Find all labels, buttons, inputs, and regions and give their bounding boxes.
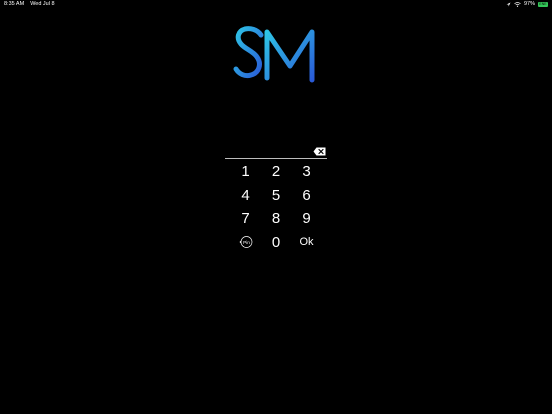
key-6[interactable]: 6 xyxy=(291,184,322,208)
sm-logo xyxy=(233,26,315,83)
key-2[interactable]: 2 xyxy=(261,160,291,184)
wifi-icon xyxy=(514,1,521,7)
key-1[interactable]: 1 xyxy=(230,160,261,184)
battery-icon: ENE xyxy=(538,1,548,7)
logo-letter-m xyxy=(264,29,315,83)
key-4[interactable]: 4 xyxy=(230,184,261,208)
key-0[interactable]: 0 xyxy=(261,231,291,255)
logo-letter-s xyxy=(233,26,264,79)
key-5[interactable]: 5 xyxy=(261,184,291,208)
backspace-icon[interactable] xyxy=(313,147,326,156)
status-left: 8:35 AM Wed Jul 8 xyxy=(4,1,55,7)
battery-percent: 97% xyxy=(523,1,535,7)
key-9[interactable]: 9 xyxy=(291,207,322,231)
location-icon xyxy=(506,2,511,6)
keypad: 1 2 3 4 5 6 7 8 9 Pin 0 Ok xyxy=(230,160,322,254)
pin-button[interactable]: Pin xyxy=(230,231,261,255)
pin-entry-field[interactable] xyxy=(225,144,327,159)
key-7[interactable]: 7 xyxy=(230,207,261,231)
status-bar: 8:35 AM Wed Jul 8 97% ENE xyxy=(0,0,552,10)
battery-label: ENE xyxy=(539,1,547,6)
status-time: 8:35 AM xyxy=(4,1,25,7)
key-3[interactable]: 3 xyxy=(291,160,322,184)
status-right: 97% ENE xyxy=(506,1,548,7)
pin-label: Pin xyxy=(243,240,250,246)
pin-rotate-icon: Pin xyxy=(239,236,252,249)
ok-button[interactable]: Ok xyxy=(291,231,322,255)
key-8[interactable]: 8 xyxy=(261,207,291,231)
status-date: Wed Jul 8 xyxy=(30,1,55,7)
